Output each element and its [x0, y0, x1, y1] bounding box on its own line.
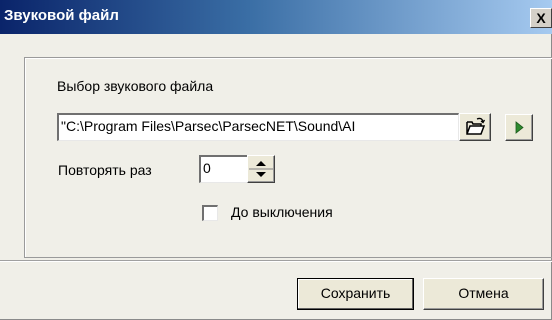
spin-up-down-icon: [249, 161, 273, 177]
folder-open-icon: [466, 117, 486, 135]
dialog-window: Звуковой файл X Выбор звукового файла "C…: [0, 0, 552, 320]
browse-button[interactable]: [459, 113, 491, 141]
until-off-label[interactable]: До выключения: [231, 204, 333, 220]
cancel-button[interactable]: Отмена: [423, 278, 544, 310]
until-off-checkbox[interactable]: [202, 205, 218, 221]
close-icon: X: [536, 10, 546, 26]
window-title: Звуковой файл: [4, 7, 119, 24]
file-select-label: Выбор звукового файла: [57, 78, 214, 94]
repeat-count-label: Повторять раз: [58, 162, 152, 178]
repeat-count-field[interactable]: 0: [199, 155, 247, 183]
file-path-field[interactable]: "C:\Program Files\Parsec\ParsecNET\Sound…: [57, 113, 459, 141]
repeat-count-spinner[interactable]: [247, 155, 275, 183]
footer-divider: [0, 260, 552, 262]
play-button[interactable]: [505, 114, 533, 141]
save-button[interactable]: Сохранить: [297, 278, 414, 310]
title-bar[interactable]: Звуковой файл X: [0, 0, 552, 34]
play-icon: [515, 121, 524, 134]
close-button[interactable]: X: [530, 8, 552, 28]
